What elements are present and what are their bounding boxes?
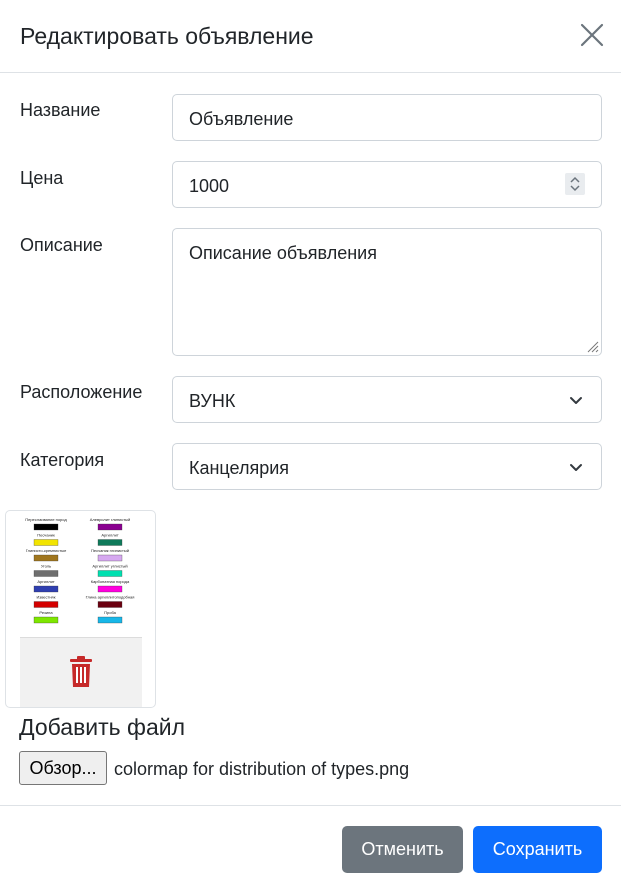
price-input[interactable]: 1000 <box>172 161 602 208</box>
resize-handle-icon[interactable] <box>585 339 599 353</box>
legend-swatch <box>97 539 123 546</box>
save-button[interactable]: Сохранить <box>473 826 602 873</box>
legend-label: Известняк <box>37 595 56 600</box>
location-value: ВУНК <box>189 391 236 411</box>
category-label: Категория <box>20 450 105 470</box>
number-spinner[interactable] <box>565 173 585 195</box>
legend-swatch <box>33 601 59 608</box>
location-label: Расположение <box>20 382 143 402</box>
legend-swatch <box>33 554 59 562</box>
price-value: 1000 <box>189 176 230 196</box>
legend-label: Карбонатная порода <box>91 579 130 584</box>
delete-image-button[interactable] <box>69 656 93 693</box>
close-button[interactable] <box>578 21 606 49</box>
image-preview: Переслаивание пород Песчаник Глинисто-крем… <box>20 515 142 635</box>
legend-swatch <box>97 570 123 577</box>
legend-swatch <box>97 523 123 531</box>
location-select[interactable]: ВУНК <box>172 376 602 423</box>
legend-swatch <box>97 601 123 608</box>
chevron-down-icon <box>570 464 582 471</box>
add-file-title: Добавить файл <box>19 714 186 740</box>
legend-swatch <box>97 616 123 624</box>
legend-swatch <box>33 585 59 593</box>
selected-file-name: colormap for distribution of types.png <box>114 759 410 779</box>
legend-label: Резина <box>39 610 53 615</box>
footer-divider <box>0 805 621 806</box>
legend-label: Глинисто-кремнистые <box>26 548 67 553</box>
legend-label: Уголь <box>41 564 51 569</box>
modal-title: Редактировать объявление <box>20 23 314 49</box>
legend-swatch <box>97 585 123 593</box>
legend-label: Глина аргиллитоподобная <box>86 595 135 600</box>
chevron-down-icon <box>570 397 582 404</box>
legend-swatch <box>97 554 123 562</box>
legend-label: Аргиллит углистый <box>92 564 127 569</box>
legend-swatch <box>33 523 59 531</box>
image-thumbnail-card: Переслаивание пород Песчаник Глинисто-крем… <box>5 510 156 708</box>
modal-header: Редактировать объявление <box>0 0 621 73</box>
browse-button[interactable]: Обзор... <box>19 751 107 785</box>
legend-swatch <box>33 616 59 624</box>
legend-swatch <box>33 570 59 577</box>
name-input[interactable]: Объявление <box>172 94 602 141</box>
trash-icon <box>70 656 92 687</box>
legend-label: Аргиллит <box>101 533 118 538</box>
spinner-arrows-icon <box>570 176 580 192</box>
description-value: Описание объявления <box>189 243 377 263</box>
legend-label: Аргиллит <box>37 579 54 584</box>
legend-label: Проба <box>104 610 117 615</box>
price-label: Цена <box>20 168 64 188</box>
legend-label: Песчаник глинистый <box>91 548 129 553</box>
description-textarea[interactable]: Описание объявления <box>172 228 602 356</box>
colormap-legend-image: Переслаивание пород Песчаник Глинисто-крем… <box>25 517 135 624</box>
category-value: Канцелярия <box>189 458 290 478</box>
legend-label: Алевролит глинистый <box>90 517 131 522</box>
legend-label: Песчаник <box>37 533 55 538</box>
close-icon <box>580 23 604 47</box>
name-label: Название <box>20 100 101 120</box>
legend-swatch <box>33 539 59 546</box>
category-select[interactable]: Канцелярия <box>172 443 602 490</box>
legend-label: Переслаивание пород <box>25 517 67 522</box>
description-label: Описание <box>20 235 103 255</box>
thumbnail-actions <box>20 637 142 707</box>
cancel-button[interactable]: Отменить <box>342 826 463 873</box>
name-value: Объявление <box>189 109 294 129</box>
